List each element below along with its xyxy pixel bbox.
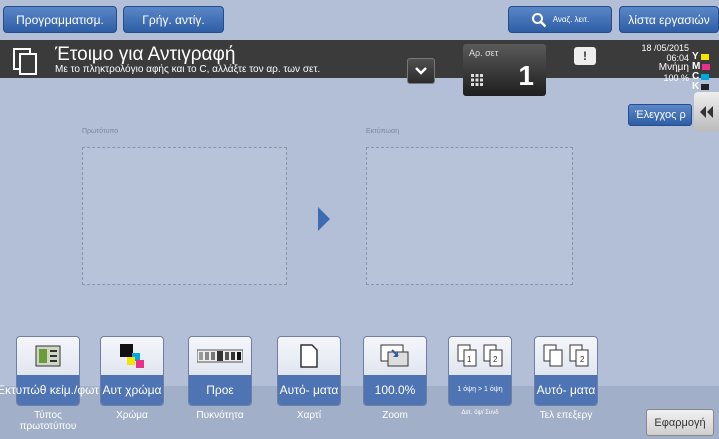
duplex-icon: 1 2 (449, 341, 511, 371)
toner-bar (701, 74, 710, 80)
search-icon (531, 12, 547, 27)
original-type-value: Εκτυπώθ κείμ./φωτ (0, 375, 99, 405)
sets-label: Αρ. σετ (469, 48, 499, 58)
paper-label: Χαρτί (296, 410, 322, 421)
toner-levels: Y M C K (692, 52, 719, 92)
memory-value: 100 % (663, 73, 689, 83)
paper-button[interactable]: Αυτό- ματα (277, 336, 341, 406)
output-label: Εκτύπωση (366, 128, 400, 135)
zoom-button[interactable]: 100.0% (363, 336, 427, 406)
density-button[interactable]: Προε (188, 336, 252, 406)
color-value: Αυτ χρώμα (101, 375, 163, 405)
toner-letter: K (692, 81, 700, 92)
density-label: Πυκνότητα (196, 410, 244, 421)
zoom-value: 100.0% (364, 375, 426, 405)
svg-text:1: 1 (467, 355, 472, 364)
collapse-panel-button[interactable] (694, 92, 719, 132)
apply-button[interactable]: Εφαρμογή (646, 409, 714, 436)
original-type-icon (17, 341, 79, 371)
finishing-icon: 2 (535, 341, 597, 371)
zoom-label: Zoom (382, 410, 408, 421)
top-bar: Προγραμματισμ. Γρήγ. αντίγ. Αναζ. λειτ. … (0, 0, 719, 40)
arrow-right-icon (318, 207, 330, 231)
original-type-label: Τύπος πρωτοτύπου (19, 410, 77, 432)
duplex-value: 1 όψη > 1 όψη (449, 375, 511, 405)
search-function-label: Αναζ. λειτ. (552, 15, 590, 24)
output-preview (366, 147, 573, 285)
paper-value: Αυτό- ματα (278, 375, 340, 405)
finishing-label: Τελ επεξεργ (539, 410, 593, 421)
color-button[interactable]: Αυτ χρώμα (100, 336, 164, 406)
finishing-button[interactable]: 2 Αυτό- ματα (534, 336, 598, 406)
search-function-button[interactable]: Αναζ. λειτ. (508, 6, 612, 33)
quick-copy-button[interactable]: Γρήγ. αντίγ. (123, 6, 224, 33)
expand-message-button[interactable] (407, 58, 435, 84)
keypad-icon (471, 74, 483, 86)
chevron-down-icon (415, 67, 427, 75)
svg-text:2: 2 (580, 355, 585, 364)
date-text: 18 /05/2015 (641, 43, 689, 53)
original-preview (82, 147, 287, 285)
warning-icon[interactable]: ! (574, 47, 596, 65)
original-label: Πρωτότυπο (82, 128, 119, 135)
check-settings-button[interactable]: Έλεγχος ρ (628, 104, 692, 126)
color-label: Χρώμα (116, 410, 148, 421)
job-list-button[interactable]: λίστα εργασιών (619, 6, 719, 33)
status-title: Έτοιμο για Αντιγραφή (55, 44, 236, 65)
sets-counter[interactable]: Αρ. σετ 1 (463, 44, 546, 96)
memory-label: Μνήμη (658, 62, 689, 73)
status-message: Με το πληκτρολόγιο αφής και το C, αλλάξτ… (55, 64, 321, 75)
job-list-label: λίστα εργασιών (628, 12, 710, 27)
apply-button-label: Εφαρμογή (654, 416, 706, 429)
svg-text:2: 2 (493, 355, 498, 364)
sets-value: 1 (518, 60, 534, 91)
density-icon (189, 341, 251, 371)
duplex-button[interactable]: 1 2 1 όψη > 1 όψη (448, 336, 512, 406)
programs-button[interactable]: Προγραμματισμ. (3, 6, 117, 33)
density-value: Προε (189, 375, 251, 405)
status-bar: Έτοιμο για Αντιγραφή Με το πληκτρολόγιο … (0, 40, 719, 78)
copy-mode-icon (13, 48, 37, 75)
duplex-label: Διπ. όψ/ Συνδ (461, 410, 499, 416)
toner-bar (700, 54, 709, 60)
double-chevron-left-icon (699, 106, 713, 118)
quick-copy-button-label: Γρήγ. αντίγ. (142, 12, 205, 27)
toner-bar (701, 84, 710, 90)
toner-bar (702, 64, 711, 70)
programs-button-label: Προγραμματισμ. (16, 12, 104, 27)
original-type-button[interactable]: Εκτυπώθ κείμ./φωτ (0, 336, 99, 406)
device-info: 18 /05/2015 06:04 Μνήμη 100 % (641, 43, 689, 83)
zoom-icon (364, 341, 426, 371)
check-settings-label: Έλεγχος ρ (635, 109, 686, 121)
finishing-value: Αυτό- ματα (535, 375, 597, 405)
color-icon (101, 341, 163, 371)
toner-k: K (692, 82, 719, 92)
paper-icon (278, 341, 340, 371)
